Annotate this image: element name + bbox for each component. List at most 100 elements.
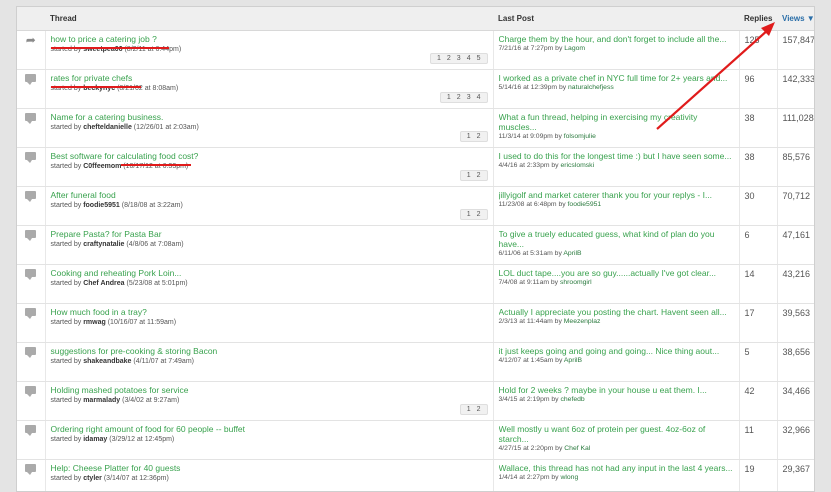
page-link[interactable]: 1 [467, 133, 471, 140]
last-post-link[interactable]: it just keeps going and going and going.… [499, 346, 734, 356]
thread-cell: Prepare Pasta? for Pasta Bar started by … [45, 225, 494, 265]
thread-bubble-icon [25, 307, 37, 319]
page-link[interactable]: 2 [477, 133, 481, 140]
thread-title-link[interactable]: Cooking and reheating Pork Loin... [51, 268, 182, 278]
thread-author-link[interactable]: C0ffeemom [83, 163, 121, 170]
started-by-label: started by [50, 201, 82, 209]
last-post-column-header[interactable]: Last Post [493, 7, 739, 31]
last-post-cell: I worked as a private chef in NYC full t… [493, 69, 740, 109]
thread-title-link[interactable]: After funeral food [51, 190, 116, 200]
thread-started-by: started by chefteldanielle (12/26/01 at … [51, 124, 488, 131]
replies-count: 96 [739, 69, 778, 109]
thread-cell: How much food in a tray? started by rmwa… [45, 303, 494, 343]
page-link[interactable]: 4 [477, 94, 481, 101]
last-post-user-link[interactable]: folsomjulie [564, 133, 596, 140]
page-link[interactable]: 1 [467, 406, 471, 413]
last-post-link[interactable]: Charge them by the hour, and don't forge… [499, 34, 734, 44]
last-post-link[interactable]: Actually I appreciate you posting the ch… [499, 307, 734, 317]
last-post-cell: Actually I appreciate you posting the ch… [493, 303, 740, 343]
page-links: 12 [459, 169, 488, 181]
page-link[interactable]: 2 [457, 94, 461, 101]
replies-count: 19 [739, 459, 778, 491]
thread-author-link[interactable]: Chef Andrea [83, 280, 124, 287]
last-post-link[interactable]: Well mostly u want 6oz of protein per gu… [499, 424, 734, 444]
thread-author-link[interactable]: rmwag [83, 319, 106, 326]
page-link[interactable]: 4 [467, 55, 471, 62]
thread-title-link[interactable]: How much food in a tray? [51, 307, 147, 317]
thread-cell: Name for a catering business. started by… [45, 108, 494, 148]
thread-title-link[interactable]: Ordering right amount of food for 60 peo… [51, 424, 246, 434]
last-post-link[interactable]: To give a truely educated guess, what ki… [499, 229, 734, 249]
views-column-header[interactable]: Views ▼ [777, 7, 814, 31]
last-post-meta: 5/14/16 at 12:39pm by naturalchefjess [499, 84, 734, 91]
thread-title-link[interactable]: Name for a catering business. [51, 112, 164, 122]
last-post-link[interactable]: Hold for 2 weeks ? maybe in your house u… [499, 385, 734, 395]
last-post-cell: it just keeps going and going and going.… [493, 342, 740, 382]
last-post-link[interactable]: What a fun thread, helping in exercising… [499, 112, 734, 132]
page-link[interactable]: 2 [477, 406, 481, 413]
thread-start-date: (3/4/02 at 9:27am) [122, 396, 180, 404]
last-post-link[interactable]: jillyigolf and market caterer thank you … [499, 190, 734, 200]
last-post-user-link[interactable]: chefedb [560, 396, 584, 403]
thread-title-link[interactable]: suggestions for pre-cooking & storing Ba… [51, 346, 218, 356]
thread-started-by: started by C0ffeemom (10/17/12 at 6:33pm… [51, 163, 488, 170]
thread-author-link[interactable]: idamay [83, 436, 107, 443]
thread-author-link[interactable]: shakeandbake [83, 358, 131, 365]
thread-author-link[interactable]: marmalady [83, 397, 120, 404]
last-post-user-link[interactable]: foodie5951 [568, 201, 602, 208]
last-post-user-link[interactable]: Lagom [564, 45, 585, 52]
thread-column-header[interactable]: Thread [45, 7, 493, 31]
thread-title-link[interactable]: how to price a catering job ? [51, 34, 157, 44]
page-link[interactable]: 2 [477, 172, 481, 179]
views-count: 29,367 [777, 459, 814, 491]
thread-title-link[interactable]: Holding mashed potatoes for service [51, 385, 189, 395]
last-post-cell: Hold for 2 weeks ? maybe in your house u… [493, 381, 740, 421]
page-link[interactable]: 1 [447, 94, 451, 101]
last-post-link[interactable]: I used to do this for the longest time :… [499, 151, 734, 161]
thread-bubble-icon [25, 424, 37, 436]
page-link[interactable]: 3 [467, 94, 471, 101]
thread-title-link[interactable]: Help: Cheese Platter for 40 guests [51, 463, 181, 473]
page-link[interactable]: 2 [447, 55, 451, 62]
thread-cell: how to price a catering job ? started by… [45, 30, 494, 70]
annotation-underline [51, 86, 141, 88]
started-by-label: started by [50, 279, 82, 287]
page-links: 12345 [429, 52, 488, 64]
last-post-user-link[interactable]: Chef Kal [564, 445, 590, 452]
table-row: After funeral food started by foodie5951… [17, 186, 814, 226]
page-link[interactable]: 1 [467, 211, 471, 218]
thread-title-link[interactable]: rates for private chefs [51, 73, 133, 83]
page-link[interactable]: 5 [477, 55, 481, 62]
thread-start-date: (10/16/07 at 11:59am) [107, 318, 177, 326]
page-link[interactable]: 3 [457, 55, 461, 62]
started-by-label: started by [50, 435, 82, 443]
thread-author-link[interactable]: foodie5951 [83, 202, 120, 209]
thread-cell: Best software for calculating food cost?… [45, 147, 494, 187]
last-post-cell: To give a truely educated guess, what ki… [493, 225, 740, 265]
last-post-user-link[interactable]: Meezenplaz [564, 318, 601, 325]
thread-author-link[interactable]: ctyler [83, 475, 102, 482]
last-post-meta: 11/23/08 at 6:48pm by foodie5951 [499, 201, 734, 208]
last-post-user-link[interactable]: AprilB [563, 250, 581, 257]
last-post-user-link[interactable]: ericslomski [560, 162, 594, 169]
thread-author-link[interactable]: chefteldanielle [83, 124, 132, 131]
page-link[interactable]: 2 [477, 211, 481, 218]
page-link[interactable]: 1 [467, 172, 471, 179]
table-row: rates for private chefs started by becky… [17, 69, 814, 109]
started-by-label: started by [50, 474, 82, 482]
replies-column-header[interactable]: Replies [739, 7, 777, 31]
thread-title-link[interactable]: Prepare Pasta? for Pasta Bar [51, 229, 162, 239]
last-post-link[interactable]: Wallace, this thread has not had any inp… [499, 463, 734, 473]
last-post-date: 11/3/14 at 9:09pm by [498, 132, 562, 140]
last-post-link[interactable]: I worked as a private chef in NYC full t… [499, 73, 734, 83]
last-post-user-link[interactable]: AprilB [564, 357, 582, 364]
page-link[interactable]: 1 [437, 55, 441, 62]
last-post-user-link[interactable]: shroomgirl [560, 279, 592, 286]
last-post-user-link[interactable]: wlong [560, 474, 578, 481]
thread-title-link[interactable]: Best software for calculating food cost? [51, 151, 199, 161]
last-post-user-link[interactable]: naturalchefjess [568, 84, 614, 91]
started-by-label: started by [50, 357, 82, 365]
views-count: 34,466 [777, 381, 814, 421]
thread-author-link[interactable]: craftynatalie [83, 241, 124, 248]
last-post-link[interactable]: LOL duct tape....you are so guy......act… [499, 268, 734, 278]
